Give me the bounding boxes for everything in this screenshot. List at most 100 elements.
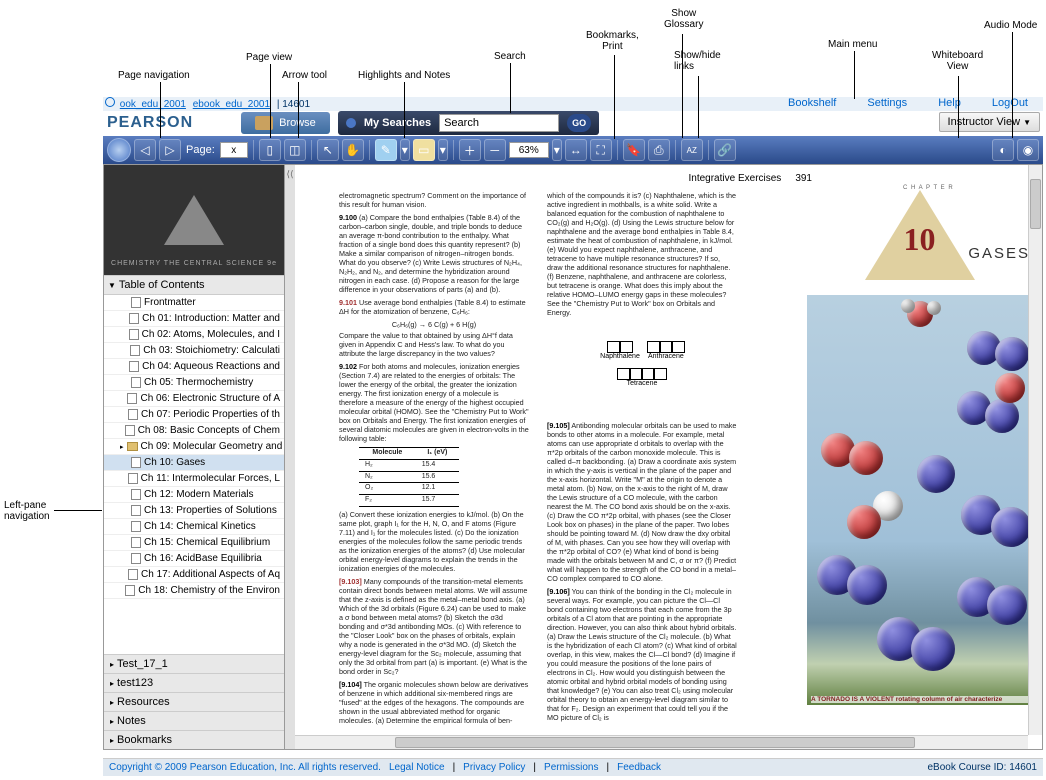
toc-item[interactable]: Ch 07: Periodic Properties of th [104, 407, 284, 423]
annot-links: Show/hide links [674, 50, 721, 72]
grip-icon: ⟨⟨ [286, 169, 293, 180]
toc-item[interactable]: Ch 11: Intermolecular Forces, L [104, 471, 284, 487]
link-logout[interactable]: LogOut [992, 97, 1028, 109]
my-searches-label[interactable]: My Searches [364, 117, 431, 129]
toc-item[interactable]: Ch 06: Electronic Structure of A [104, 391, 284, 407]
section-item[interactable]: ▸Test_17_1 [104, 654, 284, 673]
zoom-input[interactable] [509, 142, 549, 158]
links-button[interactable]: 🔗 [714, 139, 736, 161]
toc-item[interactable]: Ch 05: Thermochemistry [104, 375, 284, 391]
home-globe-button[interactable] [107, 138, 131, 162]
annot-left-pane: Left-pane navigation [4, 500, 50, 522]
toc-item[interactable]: Ch 13: Properties of Solutions [104, 503, 284, 519]
toc-item[interactable]: Frontmatter [104, 295, 284, 311]
breadcrumb-link2[interactable]: ebook_edu_2001 [193, 99, 270, 110]
footer-feedback[interactable]: Feedback [617, 762, 661, 773]
toc-item[interactable]: Ch 02: Atoms, Molecules, and I [104, 327, 284, 343]
prev-page-button[interactable]: ◁ [134, 139, 156, 161]
annot-audio: Audio Mode [984, 20, 1037, 31]
searches-bar: My Searches GO [338, 111, 599, 135]
document-icon [127, 393, 137, 404]
toc-item[interactable]: Ch 14: Chemical Kinetics [104, 519, 284, 535]
zoom-in-button[interactable]: ＋ [459, 139, 481, 161]
toc-item[interactable]: Ch 12: Modern Materials [104, 487, 284, 503]
section-item[interactable]: ▸Resources [104, 692, 284, 711]
chapter-title: GASES [968, 245, 1030, 262]
toc-header[interactable]: ▼ Table of Contents [104, 275, 284, 295]
course-id: eBook Course ID: 14601 [927, 762, 1037, 773]
toc-item[interactable]: Ch 18: Chemistry of the Environ [104, 583, 284, 599]
book-thumbnail[interactable]: CHEMISTRY THE CENTRAL SCIENCE 9e [104, 165, 284, 275]
next-page-button[interactable]: ▷ [159, 139, 181, 161]
molecule-table: MoleculeI₁ (eV) H₂15.4 N₂15.6 O₂12.1 F₂1… [359, 447, 459, 507]
zoom-menu[interactable]: ▾ [552, 139, 562, 161]
section-item[interactable]: ▸Bookmarks [104, 730, 284, 749]
annot-glossary: Show Glossary [664, 8, 703, 30]
section-item[interactable]: ▸test123 [104, 673, 284, 692]
chem-structures: Naphthalene Anthracene Tetracene [557, 341, 727, 387]
text-column-1: electromagnetic spectrum? Comment on the… [339, 191, 529, 729]
annot-highlights: Highlights and Notes [358, 70, 450, 81]
document-icon [131, 489, 141, 500]
footer-privacy[interactable]: Privacy Policy [463, 762, 525, 773]
highlight-button[interactable]: ✎ [375, 139, 397, 161]
fit-page-button[interactable]: ⛶ [590, 139, 612, 161]
tornado-caption: A TORNADO IS A VIOLENT rotating column o… [811, 696, 1028, 703]
toc-item[interactable]: Ch 17: Additional Aspects of Aq [104, 567, 284, 583]
breadcrumb-current: 14601 [282, 99, 310, 110]
text-column-2: which of the compounds it is? (c) Naphth… [547, 191, 737, 726]
print-button[interactable]: ⎙ [648, 139, 670, 161]
double-page-button[interactable]: ◫ [284, 139, 306, 161]
toc-item[interactable]: Ch 16: AcidBase Equilibria [104, 551, 284, 567]
browse-button[interactable]: Browse [241, 112, 330, 134]
toc-item[interactable]: Ch 03: Stoichiometry: Calculati [104, 343, 284, 359]
chapter-number: 10 [904, 221, 936, 258]
page-label: Page: [186, 144, 215, 156]
toc-item[interactable]: Ch 01: Introduction: Matter and [104, 311, 284, 327]
chapter-illustration: C H A P T E R 10 GASES [807, 175, 1032, 735]
toc-item[interactable]: Ch 04: Aqueous Reactions and [104, 359, 284, 375]
page-input[interactable] [220, 142, 248, 158]
zoom-out-button[interactable]: － [484, 139, 506, 161]
hand-tool-button[interactable]: ✋ [342, 139, 364, 161]
whiteboard-button[interactable]: ◐ [992, 139, 1014, 161]
document-icon [131, 521, 141, 532]
document-icon [129, 329, 139, 340]
breadcrumb-link1[interactable]: ook_edu_2001 [120, 99, 186, 110]
document-icon [130, 345, 140, 356]
scrollbar-horizontal[interactable] [295, 735, 1028, 749]
glossary-button[interactable]: AZ [681, 139, 703, 161]
footer-permissions[interactable]: Permissions [544, 762, 598, 773]
note-menu[interactable]: ▾ [438, 139, 448, 161]
search-input[interactable] [439, 114, 559, 132]
section-item[interactable]: ▸Notes [104, 711, 284, 730]
document-icon [129, 313, 139, 324]
annot-main-menu: Main menu [828, 39, 877, 50]
single-page-button[interactable]: ▯ [259, 139, 281, 161]
highlight-menu[interactable]: ▾ [400, 139, 410, 161]
document-icon [125, 585, 135, 596]
instructor-view-button[interactable]: Instructor View ▼ [939, 112, 1040, 132]
note-button[interactable]: ▭ [413, 139, 435, 161]
toc-item[interactable]: Ch 08: Basic Concepts of Chem [104, 423, 284, 439]
arrow-tool-button[interactable]: ↖ [317, 139, 339, 161]
toc-item[interactable]: Ch 10: Gases [104, 455, 284, 471]
go-button[interactable]: GO [567, 114, 591, 132]
document-icon [131, 537, 141, 548]
link-settings[interactable]: Settings [867, 97, 907, 109]
audio-button[interactable]: ◉ [1017, 139, 1039, 161]
fit-width-button[interactable]: ↔ [565, 139, 587, 161]
toc-item[interactable]: ▸Ch 09: Molecular Geometry and [104, 439, 284, 455]
toc-item[interactable]: Ch 15: Chemical Equilibrium [104, 535, 284, 551]
annot-whiteboard: Whiteboard View [932, 50, 983, 72]
footer-legal[interactable]: Legal Notice [389, 762, 445, 773]
annot-arrow-tool: Arrow tool [282, 70, 327, 81]
document-icon [131, 553, 141, 564]
footer: Copyright © 2009 Pearson Education, Inc.… [103, 758, 1043, 776]
link-bookshelf[interactable]: Bookshelf [788, 97, 836, 109]
document-icon [128, 569, 138, 580]
scrollbar-vertical[interactable] [1028, 165, 1042, 735]
bookmark-button[interactable]: 🔖 [623, 139, 645, 161]
running-head: Integrative Exercises391 [688, 173, 812, 184]
splitter[interactable]: ⟨⟨ [285, 165, 295, 749]
